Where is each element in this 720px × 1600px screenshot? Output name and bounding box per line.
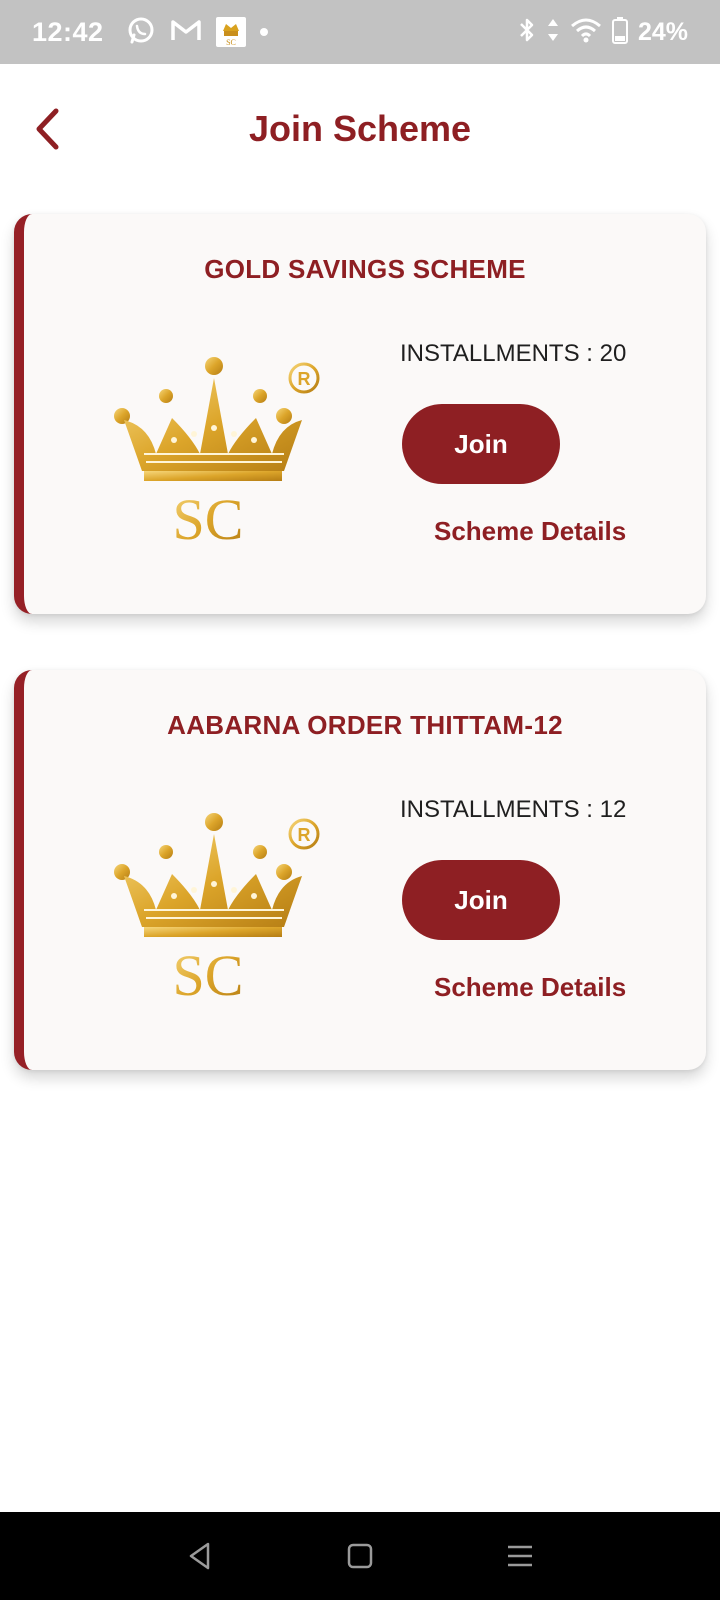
svg-text:SC: SC — [173, 943, 244, 1004]
back-button[interactable] — [22, 104, 72, 154]
nav-menu-button[interactable] — [500, 1536, 540, 1576]
installments-label: INSTALLMENTS : 20 — [400, 340, 627, 367]
svg-text:SC: SC — [173, 487, 244, 548]
nav-back-button[interactable] — [180, 1536, 220, 1576]
status-time: 12:42 — [32, 16, 104, 47]
battery-icon — [611, 16, 628, 49]
whatsapp-icon — [126, 15, 156, 50]
header: Join Scheme — [0, 64, 720, 194]
app-thumbnail-icon: SC — [215, 17, 246, 47]
status-icons-left: SC — [126, 15, 268, 50]
scheme-title: GOLD SAVINGS SCHEME — [204, 254, 526, 284]
menu-lines-icon — [508, 1545, 532, 1567]
data-arrows-icon — [546, 17, 560, 48]
system-nav-bar — [0, 1512, 720, 1600]
join-button[interactable]: Join — [402, 404, 560, 484]
svg-text:R: R — [298, 369, 311, 389]
scheme-details-link[interactable]: Scheme Details — [434, 516, 626, 547]
chevron-left-icon — [36, 108, 59, 150]
scheme-details-link[interactable]: Scheme Details — [434, 972, 626, 1003]
scheme-title: AABARNA ORDER THITTAM-12 — [167, 710, 563, 740]
status-bar: 12:42 SC 24% — [0, 0, 720, 64]
scheme-card: GOLD SAVINGS SCHEME SC R INSTALLMENTS: … — [14, 214, 706, 614]
join-button[interactable]: Join — [402, 860, 560, 940]
brand-logo: SC R — [114, 356, 324, 552]
svg-text:R: R — [298, 825, 311, 845]
nav-home-button[interactable] — [340, 1536, 380, 1576]
status-icons-right: 24% — [518, 16, 688, 49]
battery-percentage: 24% — [637, 17, 688, 46]
gmail-icon — [170, 17, 202, 48]
brand-logo: SC R — [114, 812, 324, 1008]
wifi-icon — [570, 17, 602, 48]
notification-dot-icon — [259, 28, 268, 36]
scheme-card: AABARNA ORDER THITTAM-12 SC R INSTALLMEN… — [14, 670, 706, 1070]
page-title: Join Scheme — [248, 108, 472, 149]
svg-text:SC: SC — [226, 38, 236, 47]
bluetooth-icon — [518, 16, 536, 49]
back-triangle-icon — [189, 1542, 210, 1570]
installments-label: INSTALLMENTS : 12 — [400, 796, 627, 823]
home-square-icon — [347, 1543, 373, 1569]
